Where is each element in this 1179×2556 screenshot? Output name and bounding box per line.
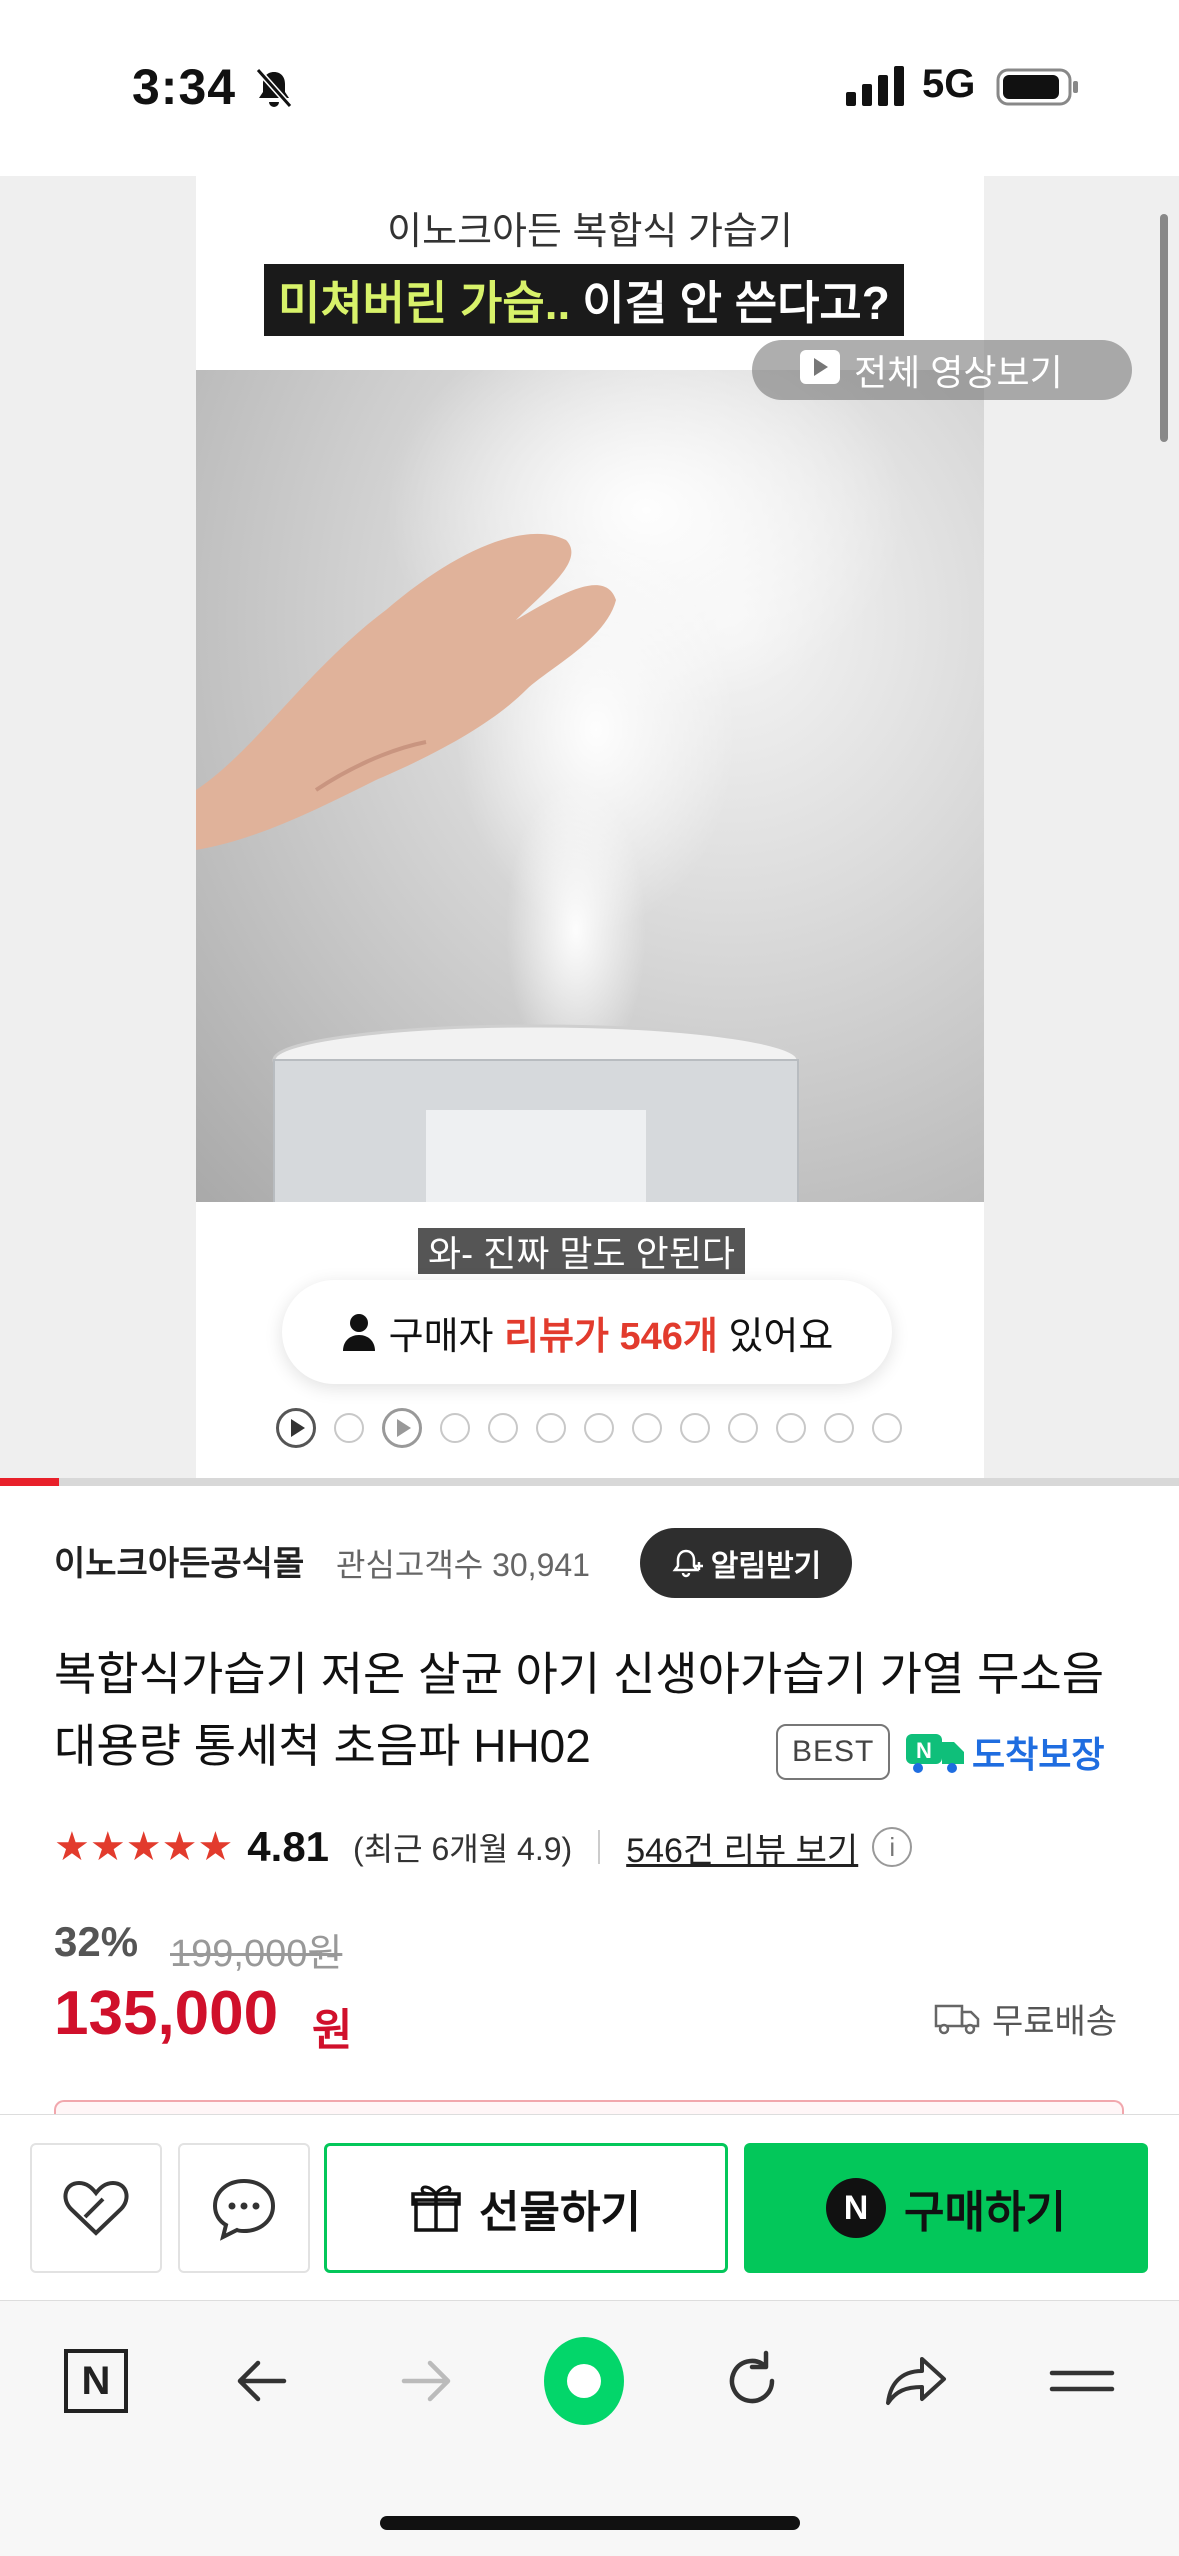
info-icon[interactable]: i bbox=[872, 1827, 913, 1867]
best-badge: BEST bbox=[776, 1724, 891, 1780]
back-button[interactable] bbox=[222, 2341, 302, 2421]
gallery-dot[interactable] bbox=[632, 1413, 662, 1443]
green-dot-button[interactable] bbox=[544, 2337, 624, 2425]
green-dot-icon bbox=[544, 2337, 624, 2425]
gallery-dot[interactable] bbox=[872, 1413, 902, 1443]
gallery-dot[interactable] bbox=[680, 1413, 710, 1443]
heart-icon bbox=[63, 2180, 129, 2236]
share-arrow-icon bbox=[886, 2357, 946, 2405]
gallery-dot-video[interactable] bbox=[382, 1408, 422, 1448]
buy-button-label: 구매하기 bbox=[904, 2188, 1066, 2237]
sale-price: 135,000 bbox=[54, 1979, 279, 2048]
gallery-dot[interactable] bbox=[776, 1413, 806, 1443]
gift-icon bbox=[411, 2185, 461, 2232]
gallery-dot[interactable] bbox=[824, 1413, 854, 1443]
hamburger-menu-icon bbox=[1049, 2370, 1115, 2392]
discount-rate: 32% bbox=[54, 1918, 139, 1965]
cellular-signal-icon bbox=[846, 66, 904, 106]
review-suffix: 있어요 bbox=[728, 1315, 834, 1358]
gallery-progress-fill bbox=[0, 1478, 59, 1486]
alarm-subscribe-label: 알림받기 bbox=[710, 1550, 822, 1583]
reload-button[interactable] bbox=[712, 2341, 792, 2421]
review-highlight: 리뷰가 546개 bbox=[504, 1315, 718, 1358]
naver-n-icon: N bbox=[64, 2349, 128, 2413]
home-indicator bbox=[380, 2516, 800, 2530]
store-name[interactable]: 이노크아든공식몰 bbox=[54, 1536, 304, 1585]
battery-icon bbox=[996, 68, 1078, 106]
gallery-dot[interactable] bbox=[440, 1413, 470, 1443]
divider bbox=[598, 1830, 601, 1864]
arrow-right-icon bbox=[401, 2360, 451, 2402]
share-button[interactable] bbox=[876, 2341, 956, 2421]
humidifier-photo bbox=[196, 370, 984, 1202]
review-prefix: 구매자 bbox=[388, 1315, 494, 1358]
full-video-label: 전체 영상보기 bbox=[854, 352, 1063, 393]
gallery-dot[interactable] bbox=[584, 1413, 614, 1443]
forward-button[interactable] bbox=[386, 2341, 466, 2421]
price-currency: 원 bbox=[312, 2006, 353, 2055]
naver-delivery-truck-icon: N bbox=[906, 1734, 964, 1773]
gallery-pagination bbox=[276, 1408, 920, 1448]
gallery-dot[interactable] bbox=[334, 1413, 364, 1443]
status-bar: 3:34 5G bbox=[0, 0, 1179, 176]
reload-icon bbox=[729, 2350, 775, 2404]
network-type: 5G bbox=[922, 62, 976, 106]
alarm-subscribe-button[interactable]: 알림받기 bbox=[640, 1528, 852, 1598]
gallery-dot[interactable] bbox=[488, 1413, 518, 1443]
original-price: 199,000원 bbox=[170, 1933, 343, 1975]
person-icon bbox=[342, 1314, 375, 1351]
rating-value: 4.81 bbox=[247, 1823, 330, 1870]
svg-text:N: N bbox=[916, 1738, 932, 1763]
headline-text: 이걸 안 쓴다고? bbox=[582, 277, 890, 329]
arrow-left-icon bbox=[237, 2360, 287, 2402]
headline-highlight: 미쳐버린 가습.. bbox=[278, 277, 571, 329]
wishlist-button[interactable] bbox=[30, 2143, 162, 2273]
free-shipping: 무료배송 bbox=[934, 1994, 1117, 2043]
full-video-button[interactable]: 전체 영상보기 bbox=[752, 340, 1132, 400]
status-time: 3:34 bbox=[132, 59, 237, 115]
image-caption: 이노크아든 복합식 가습기 bbox=[387, 211, 793, 253]
star-icons: ★★★★★ bbox=[54, 1825, 234, 1869]
gallery-dot[interactable] bbox=[536, 1413, 566, 1443]
bell-plus-icon bbox=[672, 1549, 703, 1578]
follower-count: 관심고객수 30,941 bbox=[336, 1547, 590, 1583]
naver-home-button[interactable]: N bbox=[56, 2341, 136, 2421]
gallery-dot[interactable] bbox=[728, 1413, 758, 1443]
star-rating: ★★★★★ bbox=[54, 1827, 235, 1867]
gift-button[interactable]: 선물하기 bbox=[324, 2143, 728, 2273]
recent-rating: (최근 6개월 4.9) bbox=[353, 1831, 573, 1867]
truck-icon bbox=[934, 2004, 980, 2034]
naver-pay-icon: N bbox=[826, 2178, 887, 2238]
humidifier-illustration bbox=[196, 370, 906, 1202]
play-icon bbox=[800, 350, 840, 384]
arrival-guarantee-label: 도착보장 bbox=[972, 1734, 1105, 1775]
product-media-gallery[interactable]: 이노크아든 복합식 가습기 미쳐버린 가습.. 이걸 안 쓴다고? 와- 진짜 … bbox=[0, 176, 1179, 1478]
buy-button[interactable]: N 구매하기 bbox=[744, 2143, 1148, 2273]
bell-off-icon bbox=[255, 68, 293, 108]
arrival-guarantee-badge[interactable]: N 도착보장 bbox=[904, 1726, 1104, 1778]
rating-row: ★★★★★ 4.81 (최근 6개월 4.9) 546건 리뷰 보기 i bbox=[54, 1822, 913, 1872]
chat-bubble-icon bbox=[212, 2178, 276, 2241]
talk-inquiry-button[interactable] bbox=[178, 2143, 310, 2273]
review-count-banner[interactable]: 구매자 리뷰가 546개 있어요 bbox=[282, 1280, 892, 1384]
free-shipping-label: 무료배송 bbox=[992, 2003, 1118, 2041]
gift-button-label: 선물하기 bbox=[479, 2188, 641, 2237]
gallery-dot-video-active[interactable] bbox=[276, 1408, 316, 1448]
purchase-action-bar: 선물하기 N 구매하기 bbox=[0, 2114, 1179, 2300]
gallery-progress-bar bbox=[0, 1478, 1179, 1486]
image-headline: 미쳐버린 가습.. 이걸 안 쓴다고? bbox=[264, 264, 904, 336]
video-subtitle: 와- 진짜 말도 안된다 bbox=[418, 1228, 745, 1274]
menu-button[interactable] bbox=[1042, 2341, 1122, 2421]
view-reviews-link[interactable]: 546건 리뷰 보기 bbox=[626, 1823, 858, 1872]
page-scrollbar[interactable] bbox=[1160, 214, 1168, 442]
